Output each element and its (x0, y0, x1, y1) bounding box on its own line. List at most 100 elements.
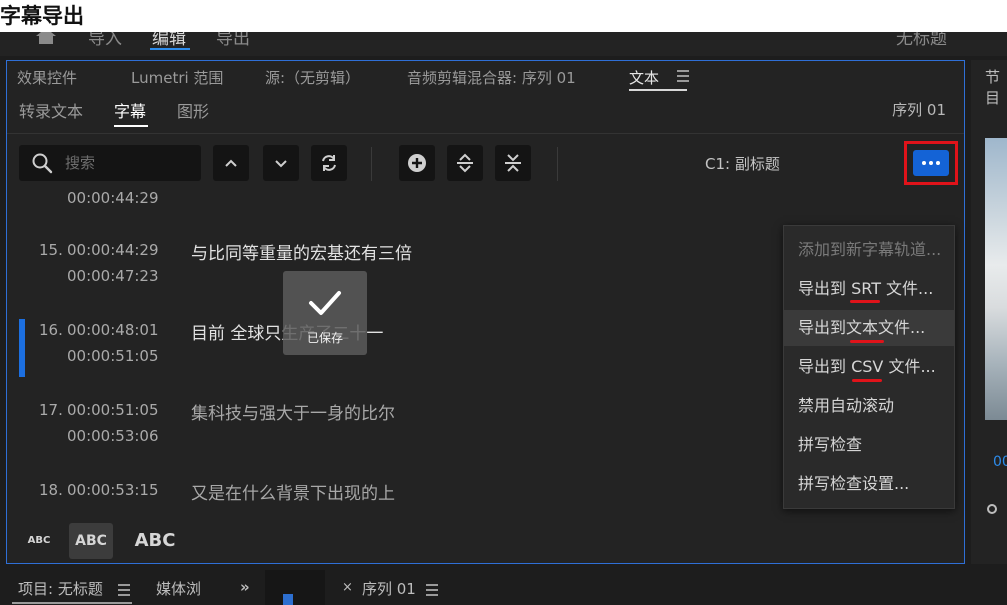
search-icon (32, 153, 53, 174)
list-item[interactable]: 15. 00:00:44:29 00:00:47:23 与比同等重量的宏基还有三… (7, 221, 787, 301)
subtab-active-indicator (114, 125, 148, 127)
bottom-tab-active-indicator (12, 602, 132, 604)
program-timecode[interactable]: 00 (993, 454, 1007, 470)
workspace-import[interactable]: 导入 (88, 32, 122, 49)
subtab-bar: 转录文本 字幕 图形 序列 01 (7, 95, 964, 134)
caption-end-time: 00:00:51:05 (67, 347, 159, 365)
caption-end-time: 00:00:44:29 (67, 189, 159, 207)
split-icon (457, 153, 473, 173)
program-video-frame (985, 138, 1007, 420)
track-label: C1: 副标题 (705, 155, 780, 173)
font-size-controls: ABC ABC ABC (19, 521, 219, 561)
sequence-label: 序列 01 (892, 101, 946, 119)
chevron-down-icon (275, 160, 287, 168)
toolbar-divider (371, 147, 372, 181)
panel-menu-icon[interactable] (677, 70, 689, 85)
bottom-panel-bar: 项目: 无标题 媒体浏 » × 序列 01 (0, 570, 1007, 605)
previous-caption-button[interactable] (213, 145, 249, 181)
caption-start-time: 00:00:44:29 (67, 241, 159, 259)
toolbar-divider (557, 147, 558, 181)
playhead-icon[interactable] (987, 504, 997, 514)
tab-effect-controls[interactable]: 效果控件 (17, 67, 77, 88)
caption-end-time: 00:00:53:06 (67, 427, 159, 445)
font-size-large-button[interactable]: ABC (125, 523, 185, 559)
merge-icon (505, 154, 521, 172)
program-monitor-panel: 节目 00 (971, 60, 1007, 564)
panel-tab-bar: 效果控件 Lumetri 范围 源:（无剪辑） 音频剪辑混合器: 序列 01 文… (7, 61, 964, 91)
font-size-medium-button[interactable]: ABC (69, 523, 113, 559)
document-title: 字幕导出 (0, 0, 1007, 32)
list-item[interactable]: 17. 00:00:51:05 00:00:53:06 集科技与强大于一身的比尔 (7, 381, 787, 461)
subtab-graphics[interactable]: 图形 (177, 98, 209, 122)
tab-lumetri-scopes[interactable]: Lumetri 范围 (131, 67, 223, 88)
add-caption-button[interactable] (399, 145, 435, 181)
split-caption-button[interactable] (447, 145, 483, 181)
caption-text[interactable]: 与比同等重量的宏基还有三倍 (191, 239, 412, 264)
saved-toast: 已保存 (283, 271, 367, 355)
ellipsis-icon (922, 161, 926, 165)
replace-button[interactable] (311, 145, 347, 181)
menu-item-spell-check[interactable]: 拼写检查 (784, 427, 954, 463)
saved-toast-label: 已保存 (306, 331, 343, 345)
workspace-export[interactable]: 导出 (216, 32, 250, 49)
tab-source[interactable]: 源:（无剪辑） (265, 67, 360, 88)
workspace-bar: 导入 编辑 导出 无标题 (0, 32, 1007, 56)
project-title: 无标题 (896, 32, 947, 49)
list-item[interactable]: 16. 00:00:48:01 00:00:51:05 目前 全球只生产了二十一 (7, 301, 787, 381)
list-item[interactable]: 18. 00:00:53:15 又是在什么背景下出现的上 (7, 461, 787, 529)
menu-item-spell-check-settings[interactable]: 拼写检查设置... (784, 466, 954, 502)
captions-toolbar: C1: 副标题 (7, 141, 964, 185)
menu-item-disable-auto-scroll[interactable]: 禁用自动滚动 (784, 388, 954, 424)
refresh-icon (322, 155, 336, 171)
font-size-small-button[interactable]: ABC (19, 523, 59, 559)
premiere-window: 导入 编辑 导出 无标题 效果控件 Lumetri 范围 源:（无剪辑） 音频剪… (0, 32, 1007, 605)
tab-active-indicator (629, 89, 687, 91)
home-icon[interactable] (36, 32, 56, 44)
subtab-transcript[interactable]: 转录文本 (19, 98, 83, 122)
caption-number: 18. (39, 481, 63, 499)
close-sequence-icon[interactable]: × (342, 580, 353, 595)
caption-start-time: 00:00:53:15 (67, 481, 159, 499)
annotation-underline (850, 340, 884, 343)
caption-start-time: 00:00:51:05 (67, 401, 159, 419)
more-options-button[interactable] (913, 150, 949, 176)
next-caption-button[interactable] (263, 145, 299, 181)
caption-text[interactable]: 集科技与强大于一身的比尔 (191, 399, 395, 424)
project-menu-icon[interactable] (118, 584, 130, 599)
annotation-underline (852, 379, 882, 382)
search-box[interactable] (19, 145, 201, 181)
caption-start-time: 00:00:48:01 (67, 321, 159, 339)
subtab-captions[interactable]: 字幕 (114, 98, 146, 122)
more-tabs-chevron-icon[interactable]: » (240, 578, 250, 596)
caption-number: 16. (39, 321, 63, 339)
plus-circle-icon (408, 154, 426, 172)
selected-caption-marker (19, 319, 25, 377)
tab-project[interactable]: 项目: 无标题 (18, 578, 103, 599)
merge-caption-button[interactable] (495, 145, 531, 181)
caption-text[interactable]: 又是在什么背景下出现的上 (191, 479, 395, 504)
search-input[interactable] (65, 151, 195, 175)
tab-sequence-01[interactable]: 序列 01 (362, 578, 416, 599)
tab-media-browser[interactable]: 媒体浏 (156, 578, 201, 599)
menu-item-add-to-new-caption-track[interactable]: 添加到新字幕轨道... (784, 232, 954, 268)
caption-list[interactable]: 00:00:44:29 15. 00:00:44:29 00:00:47:23 … (7, 189, 787, 529)
annotation-underline (850, 300, 880, 303)
tool-strip (265, 570, 325, 605)
tab-audio-clip-mixer[interactable]: 音频剪辑混合器: 序列 01 (407, 67, 576, 88)
more-options-highlight (904, 141, 958, 185)
timeline-menu-icon[interactable] (426, 584, 438, 599)
ellipsis-dot (936, 161, 940, 165)
program-monitor-tab[interactable]: 节目 (985, 66, 1007, 108)
checkmark-icon (309, 291, 341, 315)
ellipsis-dot (929, 161, 933, 165)
divider (7, 133, 964, 134)
caption-end-time: 00:00:47:23 (67, 267, 159, 285)
tab-text[interactable]: 文本 (629, 67, 659, 88)
workspace-edit[interactable]: 编辑 (152, 32, 186, 49)
chevron-up-icon (225, 159, 237, 167)
caption-number: 17. (39, 401, 63, 419)
selection-tool-icon[interactable] (283, 594, 293, 605)
caption-number: 15. (39, 241, 63, 259)
workspace-active-indicator (150, 48, 190, 50)
captions-options-menu: 添加到新字幕轨道... 导出到 SRT 文件... 导出到文本文件... 导出到… (783, 225, 955, 509)
